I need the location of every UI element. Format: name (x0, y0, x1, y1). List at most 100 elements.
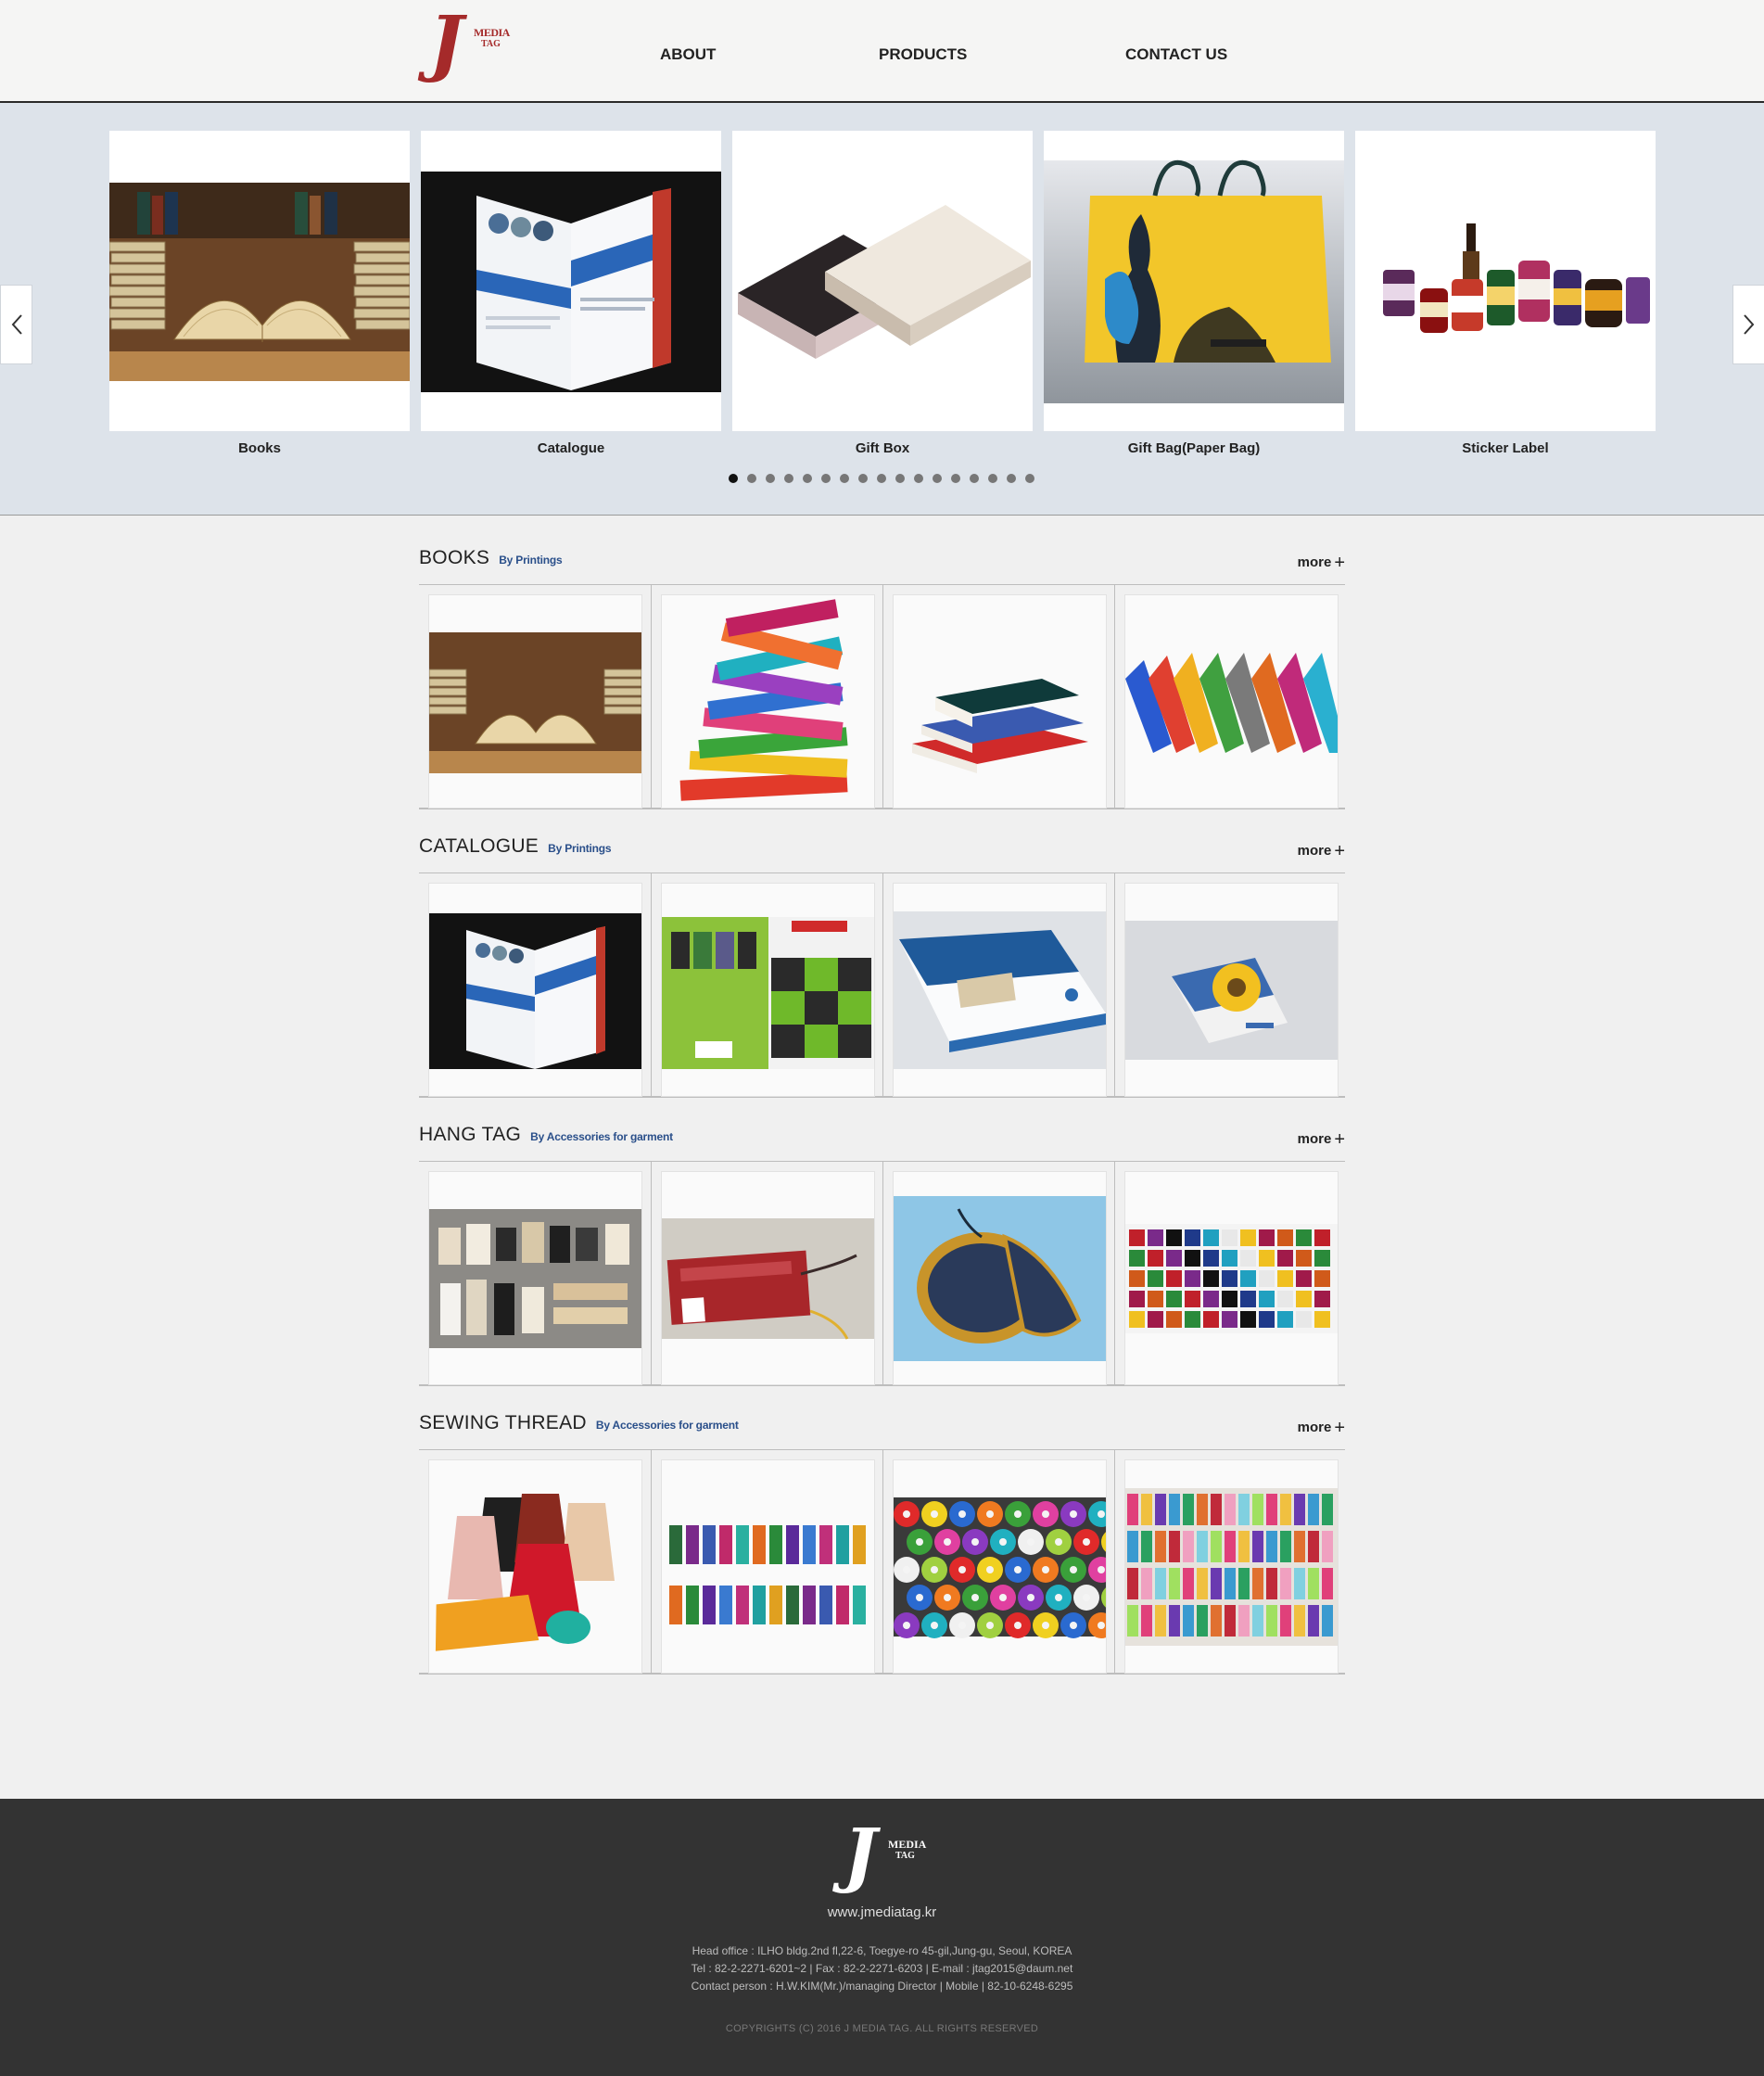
slider-dot[interactable] (914, 474, 923, 483)
slide-image-sticker-label (1355, 131, 1656, 431)
slide-gift-box[interactable]: Gift Box (732, 131, 1033, 456)
slide-caption: Gift Bag(Paper Bag) (1127, 440, 1261, 456)
product-thumbnail[interactable] (661, 883, 875, 1097)
product-thumbnail[interactable] (428, 883, 642, 1097)
grid-cell (651, 1450, 883, 1674)
grid-cell (1114, 1450, 1347, 1674)
plus-icon: + (1334, 1129, 1345, 1150)
section-title-text: SEWING THREAD (419, 1412, 587, 1433)
slide-image-gift-box (732, 131, 1033, 431)
grid-cell (882, 1162, 1115, 1385)
site-footer: J MEDIA TAG www.jmediatag.kr Head office… (0, 1799, 1764, 2076)
product-slider: Books Catalogue Gift Box Gift Bag(Paper … (0, 103, 1764, 516)
section-title-text: CATALOGUE (419, 835, 539, 857)
footer-logo-word-media: MEDIA (888, 1838, 927, 1851)
slider-dot[interactable] (803, 474, 812, 483)
section-subtitle: By Printings (499, 554, 563, 567)
slide-gift-bag[interactable]: Gift Bag(Paper Bag) (1044, 131, 1344, 456)
product-thumbnail[interactable] (661, 1171, 875, 1385)
slide-sticker-label[interactable]: Sticker Label (1355, 131, 1656, 456)
product-grid (419, 872, 1345, 1098)
slider-dot[interactable] (933, 474, 942, 483)
footer-website[interactable]: www.jmediatag.kr (0, 1904, 1764, 1920)
slider-dot[interactable] (821, 474, 831, 483)
slider-dot[interactable] (1007, 474, 1016, 483)
plus-icon: + (1334, 841, 1345, 861)
chevron-left-icon (11, 314, 22, 335)
slider-dot[interactable] (747, 474, 756, 483)
product-grid (419, 584, 1345, 809)
slide-image-gift-bag (1044, 131, 1344, 431)
slide-caption: Sticker Label (1462, 440, 1549, 456)
site-logo[interactable]: J MEDIA TAG (429, 7, 513, 83)
slider-dot[interactable] (729, 474, 738, 483)
slider-dot[interactable] (784, 474, 793, 483)
section-title: CATALOGUE By Printings (419, 835, 612, 858)
logo-word-media: MEDIA (474, 26, 510, 39)
product-thumbnail[interactable] (1124, 1459, 1339, 1674)
grid-cell (882, 585, 1115, 809)
section-title: BOOKS By Printings (419, 547, 563, 569)
logo-word-tag: TAG (481, 39, 501, 49)
more-link-label: more (1297, 1420, 1332, 1435)
section-title: SEWING THREAD By Accessories for garment (419, 1412, 739, 1434)
chevron-right-icon (1743, 314, 1754, 335)
slider-dot[interactable] (970, 474, 979, 483)
grid-cell (651, 873, 883, 1097)
slider-prev-button[interactable] (0, 285, 32, 364)
slide-catalogue[interactable]: Catalogue (421, 131, 721, 456)
more-link[interactable]: more + (1298, 553, 1345, 574)
more-link[interactable]: more + (1298, 1418, 1345, 1439)
slide-books[interactable]: Books (109, 131, 410, 456)
product-thumbnail[interactable] (893, 883, 1107, 1097)
product-thumbnail[interactable] (1124, 1171, 1339, 1385)
more-link-label: more (1297, 554, 1332, 570)
section-title-text: HANG TAG (419, 1124, 522, 1145)
more-link[interactable]: more + (1298, 1129, 1345, 1151)
slider-dot[interactable] (766, 474, 775, 483)
product-thumbnail[interactable] (893, 1459, 1107, 1674)
section-subtitle: By Accessories for garment (595, 1419, 739, 1432)
slide-caption: Gift Box (855, 440, 910, 456)
slider-pagination (729, 474, 1034, 483)
slide-image-books (109, 131, 410, 431)
footer-logo[interactable]: J MEDIA TAG (844, 1819, 927, 1896)
slider-dot[interactable] (840, 474, 849, 483)
product-thumbnail[interactable] (661, 1459, 875, 1674)
footer-logo-word-tag: TAG (895, 1851, 915, 1861)
slider-dot[interactable] (1025, 474, 1034, 483)
grid-cell (1114, 1162, 1347, 1385)
grid-cell (651, 1162, 883, 1385)
nav-contact-us[interactable]: CONTACT US (1125, 45, 1227, 64)
footer-address: Head office : ILHO bldg.2nd fl,22-6, Toe… (692, 1944, 1072, 1957)
product-thumbnail[interactable] (1124, 594, 1339, 809)
slide-image-catalogue (421, 131, 721, 431)
slider-dot[interactable] (988, 474, 997, 483)
grid-cell (419, 1450, 651, 1674)
slider-dot[interactable] (951, 474, 960, 483)
logo-letter: J (429, 1, 463, 85)
grid-cell (651, 585, 883, 809)
product-thumbnail[interactable] (428, 594, 642, 809)
nav-about[interactable]: ABOUT (660, 45, 716, 64)
grid-cell (882, 1450, 1115, 1674)
slider-dot[interactable] (895, 474, 905, 483)
footer-copyright: COPYRIGHTS (C) 2016 J MEDIA TAG. ALL RIG… (725, 2023, 1039, 2034)
product-thumbnail[interactable] (428, 1171, 642, 1385)
product-thumbnail[interactable] (661, 594, 875, 809)
slider-next-button[interactable] (1732, 285, 1764, 364)
product-thumbnail[interactable] (893, 594, 1107, 809)
grid-cell (419, 873, 651, 1097)
grid-cell (882, 873, 1115, 1097)
product-thumbnail[interactable] (893, 1171, 1107, 1385)
section-catalogue: CATALOGUE By Printings more + (419, 835, 1345, 1098)
slider-dot[interactable] (858, 474, 868, 483)
product-thumbnail[interactable] (428, 1459, 642, 1674)
site-header: J MEDIA TAG ABOUT PRODUCTS CONTACT US (0, 0, 1764, 103)
footer-logo-letter: J (844, 1813, 877, 1895)
section-books: BOOKS By Printings more + (419, 547, 1345, 809)
product-thumbnail[interactable] (1124, 883, 1339, 1097)
slider-dot[interactable] (877, 474, 886, 483)
nav-products[interactable]: PRODUCTS (879, 45, 967, 64)
more-link[interactable]: more + (1298, 841, 1345, 862)
